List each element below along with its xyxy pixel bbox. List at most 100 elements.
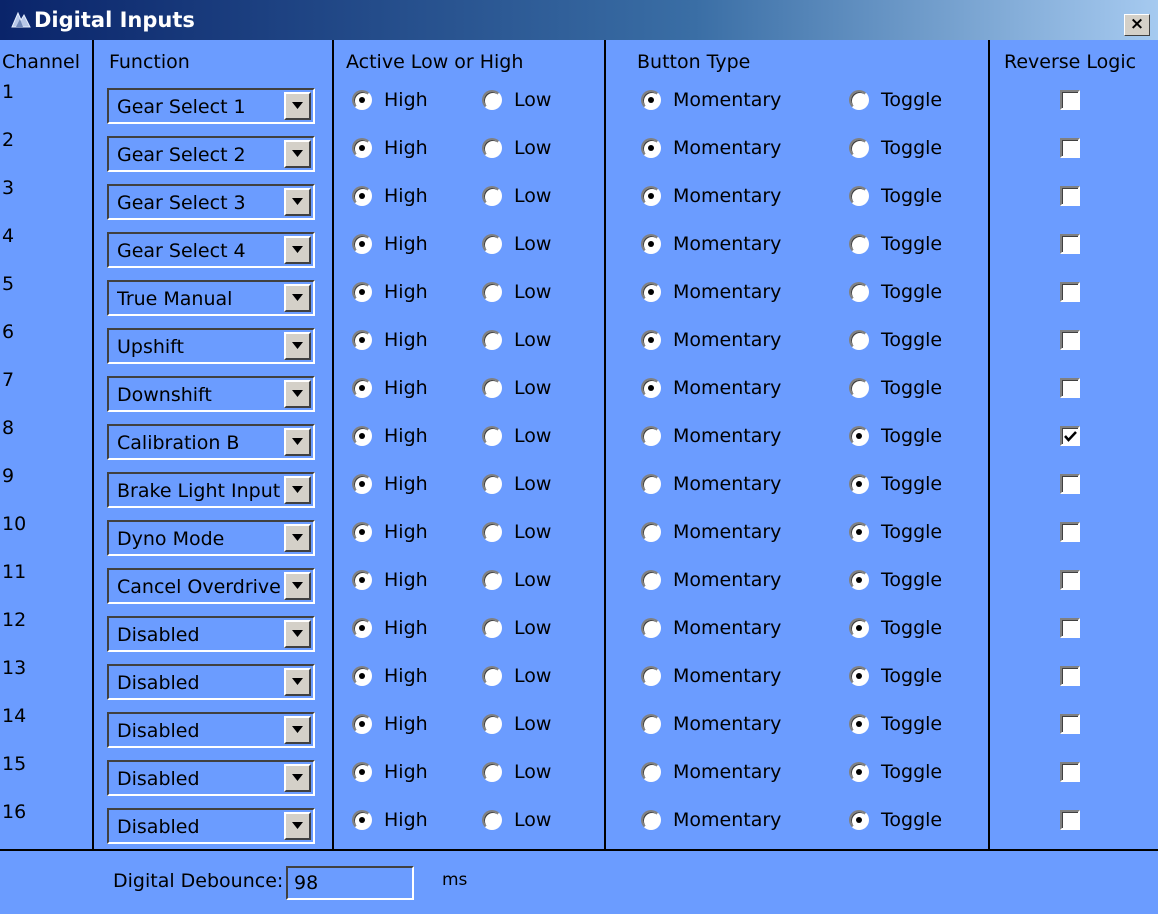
toggle-radio[interactable]: Toggle — [849, 518, 942, 546]
active-high-radio[interactable]: High — [352, 374, 428, 402]
momentary-radio[interactable]: Momentary — [641, 518, 781, 546]
reverse-logic-checkbox[interactable] — [1060, 618, 1080, 638]
dropdown-button[interactable] — [284, 236, 311, 264]
reverse-logic-checkbox[interactable] — [1060, 522, 1080, 542]
active-low-radio[interactable]: Low — [482, 566, 551, 594]
toggle-radio[interactable]: Toggle — [849, 422, 942, 450]
dropdown-button[interactable] — [284, 764, 311, 792]
function-select[interactable]: Gear Select 3 — [107, 184, 315, 220]
active-low-radio[interactable]: Low — [482, 86, 551, 114]
momentary-radio[interactable]: Momentary — [641, 182, 781, 210]
toggle-radio[interactable]: Toggle — [849, 278, 942, 306]
dropdown-button[interactable] — [284, 380, 311, 408]
function-select[interactable]: Disabled — [107, 664, 315, 700]
active-high-radio[interactable]: High — [352, 806, 428, 834]
reverse-logic-checkbox[interactable] — [1060, 90, 1080, 110]
active-low-radio[interactable]: Low — [482, 806, 551, 834]
dropdown-button[interactable] — [284, 140, 311, 168]
active-low-radio[interactable]: Low — [482, 662, 551, 690]
active-low-radio[interactable]: Low — [482, 134, 551, 162]
function-select[interactable]: Gear Select 4 — [107, 232, 315, 268]
momentary-radio[interactable]: Momentary — [641, 230, 781, 258]
active-high-radio[interactable]: High — [352, 278, 428, 306]
reverse-logic-checkbox[interactable] — [1060, 330, 1080, 350]
momentary-radio[interactable]: Momentary — [641, 278, 781, 306]
function-select[interactable]: True Manual — [107, 280, 315, 316]
dropdown-button[interactable] — [284, 428, 311, 456]
active-low-radio[interactable]: Low — [482, 374, 551, 402]
function-select[interactable]: Calibration B — [107, 424, 315, 460]
toggle-radio[interactable]: Toggle — [849, 374, 942, 402]
active-high-radio[interactable]: High — [352, 134, 428, 162]
active-high-radio[interactable]: High — [352, 758, 428, 786]
active-high-radio[interactable]: High — [352, 182, 428, 210]
active-high-radio[interactable]: High — [352, 710, 428, 738]
reverse-logic-checkbox[interactable] — [1060, 234, 1080, 254]
function-select[interactable]: Gear Select 1 — [107, 88, 315, 124]
momentary-radio[interactable]: Momentary — [641, 422, 781, 450]
toggle-radio[interactable]: Toggle — [849, 806, 942, 834]
momentary-radio[interactable]: Momentary — [641, 374, 781, 402]
reverse-logic-checkbox[interactable] — [1060, 714, 1080, 734]
reverse-logic-checkbox[interactable] — [1060, 810, 1080, 830]
function-select[interactable]: Disabled — [107, 616, 315, 652]
toggle-radio[interactable]: Toggle — [849, 662, 942, 690]
active-high-radio[interactable]: High — [352, 230, 428, 258]
reverse-logic-checkbox[interactable] — [1060, 186, 1080, 206]
dropdown-button[interactable] — [284, 812, 311, 840]
reverse-logic-checkbox[interactable] — [1060, 474, 1080, 494]
reverse-logic-checkbox[interactable] — [1060, 282, 1080, 302]
active-high-radio[interactable]: High — [352, 326, 428, 354]
function-select[interactable]: Downshift — [107, 376, 315, 412]
function-select[interactable]: Disabled — [107, 712, 315, 748]
active-high-radio[interactable]: High — [352, 470, 428, 498]
momentary-radio[interactable]: Momentary — [641, 566, 781, 594]
active-low-radio[interactable]: Low — [482, 182, 551, 210]
dropdown-button[interactable] — [284, 332, 311, 360]
toggle-radio[interactable]: Toggle — [849, 182, 942, 210]
momentary-radio[interactable]: Momentary — [641, 806, 781, 834]
close-button[interactable]: × — [1124, 14, 1150, 36]
reverse-logic-checkbox[interactable] — [1060, 426, 1080, 446]
dropdown-button[interactable] — [284, 476, 311, 504]
dropdown-button[interactable] — [284, 572, 311, 600]
dropdown-button[interactable] — [284, 668, 311, 696]
momentary-radio[interactable]: Momentary — [641, 758, 781, 786]
active-low-radio[interactable]: Low — [482, 470, 551, 498]
function-select[interactable]: Cancel Overdrive — [107, 568, 315, 604]
dropdown-button[interactable] — [284, 716, 311, 744]
toggle-radio[interactable]: Toggle — [849, 614, 942, 642]
toggle-radio[interactable]: Toggle — [849, 758, 942, 786]
active-high-radio[interactable]: High — [352, 662, 428, 690]
active-low-radio[interactable]: Low — [482, 230, 551, 258]
dropdown-button[interactable] — [284, 524, 311, 552]
toggle-radio[interactable]: Toggle — [849, 470, 942, 498]
active-low-radio[interactable]: Low — [482, 614, 551, 642]
toggle-radio[interactable]: Toggle — [849, 710, 942, 738]
reverse-logic-checkbox[interactable] — [1060, 570, 1080, 590]
toggle-radio[interactable]: Toggle — [849, 326, 942, 354]
reverse-logic-checkbox[interactable] — [1060, 762, 1080, 782]
active-high-radio[interactable]: High — [352, 86, 428, 114]
function-select[interactable]: Brake Light Input — [107, 472, 315, 508]
active-high-radio[interactable]: High — [352, 614, 428, 642]
active-low-radio[interactable]: Low — [482, 422, 551, 450]
toggle-radio[interactable]: Toggle — [849, 86, 942, 114]
momentary-radio[interactable]: Momentary — [641, 134, 781, 162]
debounce-input[interactable] — [286, 866, 414, 900]
dropdown-button[interactable] — [284, 92, 311, 120]
momentary-radio[interactable]: Momentary — [641, 710, 781, 738]
momentary-radio[interactable]: Momentary — [641, 326, 781, 354]
active-low-radio[interactable]: Low — [482, 278, 551, 306]
momentary-radio[interactable]: Momentary — [641, 614, 781, 642]
active-high-radio[interactable]: High — [352, 566, 428, 594]
dropdown-button[interactable] — [284, 284, 311, 312]
toggle-radio[interactable]: Toggle — [849, 230, 942, 258]
function-select[interactable]: Dyno Mode — [107, 520, 315, 556]
momentary-radio[interactable]: Momentary — [641, 662, 781, 690]
active-high-radio[interactable]: High — [352, 518, 428, 546]
active-low-radio[interactable]: Low — [482, 518, 551, 546]
function-select[interactable]: Gear Select 2 — [107, 136, 315, 172]
momentary-radio[interactable]: Momentary — [641, 86, 781, 114]
dropdown-button[interactable] — [284, 188, 311, 216]
